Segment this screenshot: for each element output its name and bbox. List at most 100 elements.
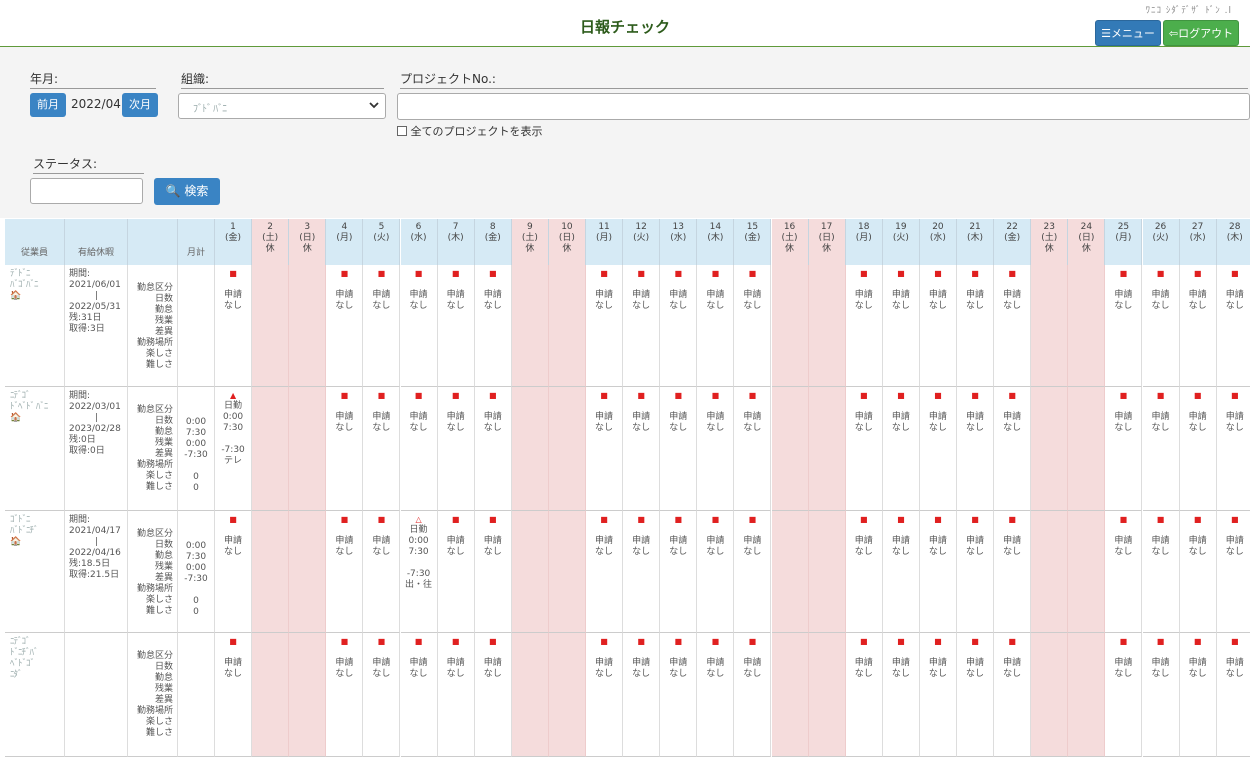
day-cell[interactable]: ■ 申請 なし: [623, 265, 661, 387]
day-cell[interactable]: ■ 申請 なし: [734, 633, 772, 757]
day-cell[interactable]: ■ 申請 なし: [1179, 265, 1217, 387]
day-cell[interactable]: ■ 申請 なし: [697, 265, 735, 387]
day-cell[interactable]: ■ 申請 なし: [437, 511, 475, 633]
day-cell[interactable]: ■ 申請 なし: [660, 265, 698, 387]
day-cell[interactable]: ■ 申請 なし: [326, 511, 364, 633]
day-cell[interactable]: ■ 申請 なし: [882, 511, 920, 633]
next-month-button[interactable]: 次月: [122, 93, 158, 117]
day-cell[interactable]: ■ 申請 なし: [363, 511, 401, 633]
day-cell[interactable]: ■ 申請 なし: [957, 633, 995, 757]
day-cell[interactable]: ■ 申請 なし: [660, 511, 698, 633]
employee-cell[interactable]: ﾆﾃﾞｺﾞ ﾄﾞﾍﾞﾄﾞ ﾊﾞﾆ 🏠: [5, 387, 65, 511]
project-input[interactable]: [397, 93, 1250, 120]
day-cell[interactable]: ■ 申請 なし: [400, 633, 438, 757]
day-cell[interactable]: ■ 申請 なし: [400, 265, 438, 387]
day-cell[interactable]: ■ 申請 なし: [957, 511, 995, 633]
day-cell[interactable]: ■ 申請 なし: [734, 387, 772, 511]
day-cell[interactable]: ■ 申請 なし: [474, 265, 512, 387]
status-select[interactable]: [30, 178, 143, 204]
day-cell[interactable]: ■ 申請 なし: [1105, 265, 1143, 387]
day-cell[interactable]: ■ 申請 なし: [882, 387, 920, 511]
day-cell[interactable]: ■ 申請 なし: [215, 265, 253, 387]
day-cell[interactable]: ■ 申請 なし: [1216, 633, 1250, 757]
day-cell[interactable]: ■ 申請 なし: [697, 633, 735, 757]
day-cell[interactable]: ■ 申請 なし: [882, 265, 920, 387]
day-cell[interactable]: ■ 申請 なし: [957, 387, 995, 511]
show-all-projects[interactable]: 全てのプロジェクトを表示: [397, 123, 543, 139]
day-header: 28 (木): [1216, 219, 1250, 265]
day-cell[interactable]: ■ 申請 なし: [326, 387, 364, 511]
day-cell[interactable]: ■ 申請 なし: [215, 511, 253, 633]
day-cell[interactable]: ■ 申請 なし: [919, 265, 957, 387]
leave-line: 期間:: [69, 391, 91, 401]
org-select[interactable]: ﾌﾞﾄﾞ ﾊﾞﾆ: [178, 93, 386, 119]
day-cell[interactable]: ■ 申請 なし: [1216, 511, 1250, 633]
prev-month-button[interactable]: 前月: [30, 93, 66, 117]
day-cell[interactable]: ■ 申請 なし: [474, 387, 512, 511]
day-cell[interactable]: ■ 申請 なし: [363, 387, 401, 511]
day-cell[interactable]: ■ 申請 なし: [1216, 265, 1250, 387]
day-cell[interactable]: ■ 申請 なし: [474, 511, 512, 633]
day-cell[interactable]: ■ 申請 なし: [845, 265, 883, 387]
entry-line: 申請: [1151, 412, 1170, 422]
day-cell[interactable]: ■ 申請 なし: [697, 511, 735, 633]
day-cell[interactable]: ■ 申請 なし: [437, 265, 475, 387]
day-cell[interactable]: ■ 申請 なし: [845, 633, 883, 757]
day-cell[interactable]: ■ 申請 なし: [474, 633, 512, 757]
day-cell[interactable]: ■ 申請 なし: [586, 633, 624, 757]
logout-button[interactable]: ⇦ログアウト: [1163, 20, 1239, 46]
menu-button[interactable]: ☰メニュー: [1095, 20, 1161, 46]
day-cell[interactable]: ■ 申請 なし: [586, 265, 624, 387]
employee-cell[interactable]: ﾃﾞﾄﾞﾆ ﾊﾞｺﾞﾊﾞﾆ 🏠: [5, 265, 65, 387]
day-cell[interactable]: ■ 申請 なし: [994, 633, 1032, 757]
show-all-checkbox[interactable]: [397, 126, 407, 136]
day-cell[interactable]: ■ 申請 なし: [1105, 511, 1143, 633]
day-cell[interactable]: ■ 申請 なし: [326, 265, 364, 387]
day-cell[interactable]: ▲ 日勤 0:00 7:30 -7:30 テレ: [215, 387, 253, 511]
day-cell[interactable]: ■ 申請 なし: [734, 511, 772, 633]
day-cell[interactable]: ■ 申請 なし: [400, 387, 438, 511]
day-cell[interactable]: ■ 申請 なし: [845, 511, 883, 633]
day-cell[interactable]: ■ 申請 なし: [1142, 387, 1180, 511]
day-cell[interactable]: ■ 申請 なし: [437, 387, 475, 511]
day-cell[interactable]: ■ 申請 なし: [1105, 633, 1143, 757]
day-cell[interactable]: ■ 申請 なし: [1179, 511, 1217, 633]
day-cell[interactable]: ■ 申請 なし: [1105, 387, 1143, 511]
day-cell[interactable]: ■ 申請 なし: [919, 387, 957, 511]
day-cell[interactable]: ■ 申請 なし: [623, 511, 661, 633]
employee-cell[interactable]: ｺﾞﾄﾞﾆ ﾊﾞﾄﾞﾆﾁﾞ 🏠: [5, 511, 65, 633]
day-cell[interactable]: ■ 申請 なし: [326, 633, 364, 757]
day-cell[interactable]: ■ 申請 なし: [623, 633, 661, 757]
employee-cell[interactable]: ﾆﾃﾞｺﾞ ﾄﾞﾆﾁﾞﾊﾞ ﾍﾞﾄﾞｺﾞ ﾆﾀﾞ: [5, 633, 65, 757]
day-cell[interactable]: ■ 申請 なし: [919, 633, 957, 757]
day-cell[interactable]: ■ 申請 なし: [1216, 387, 1250, 511]
day-cell[interactable]: ■ 申請 なし: [845, 387, 883, 511]
day-cell[interactable]: ■ 申請 なし: [994, 265, 1032, 387]
day-cell[interactable]: ■ 申請 なし: [1142, 511, 1180, 633]
day-cell[interactable]: ■ 申請 なし: [437, 633, 475, 757]
day-cell[interactable]: ■ 申請 なし: [697, 387, 735, 511]
day-cell[interactable]: ■ 申請 なし: [623, 387, 661, 511]
day-cell[interactable]: ■ 申請 なし: [215, 633, 253, 757]
day-cell[interactable]: ■ 申請 なし: [1179, 633, 1217, 757]
day-cell[interactable]: ■ 申請 なし: [994, 511, 1032, 633]
entry-line: 申請: [1003, 290, 1022, 300]
day-cell[interactable]: ■ 申請 なし: [919, 511, 957, 633]
day-cell[interactable]: ■ 申請 なし: [882, 633, 920, 757]
day-cell[interactable]: ■ 申請 なし: [586, 387, 624, 511]
day-cell[interactable]: ■ 申請 なし: [734, 265, 772, 387]
day-cell[interactable]: ■ 申請 なし: [586, 511, 624, 633]
entry-line: なし: [409, 669, 428, 679]
day-cell[interactable]: ■ 申請 なし: [994, 387, 1032, 511]
day-cell[interactable]: ■ 申請 なし: [660, 387, 698, 511]
day-cell[interactable]: ■ 申請 なし: [660, 633, 698, 757]
day-cell[interactable]: ■ 申請 なし: [363, 265, 401, 387]
search-button[interactable]: 🔍 検索: [154, 178, 220, 205]
day-cell[interactable]: ■ 申請 なし: [1142, 633, 1180, 757]
day-cell[interactable]: ■ 申請 なし: [957, 265, 995, 387]
day-cell[interactable]: ■ 申請 なし: [1179, 387, 1217, 511]
day-cell[interactable]: △ 日勤 0:00 7:30 -7:30 出・往: [400, 511, 438, 633]
day-cell[interactable]: ■ 申請 なし: [363, 633, 401, 757]
day-cell[interactable]: ■ 申請 なし: [1142, 265, 1180, 387]
